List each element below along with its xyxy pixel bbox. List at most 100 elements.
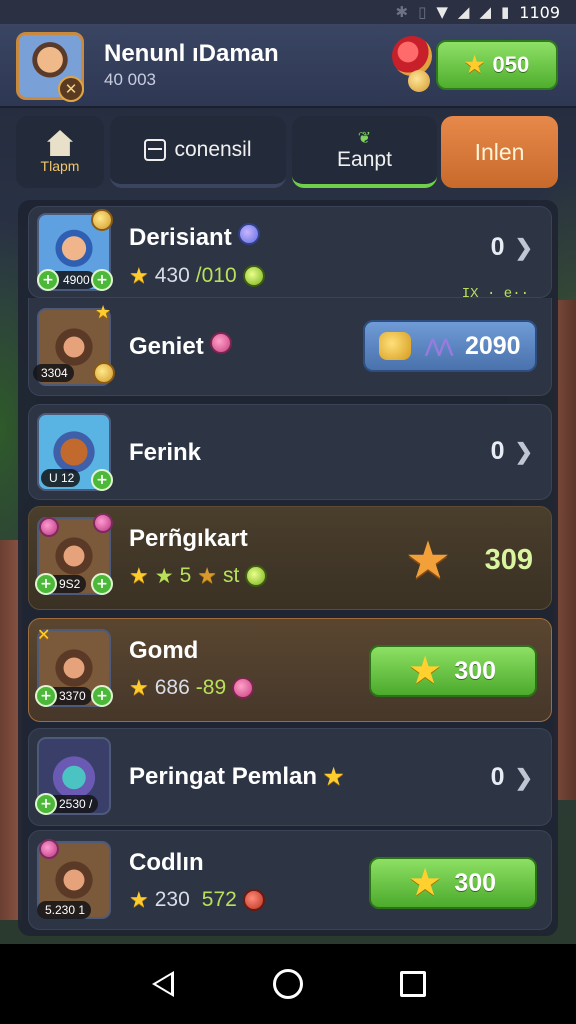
battery-icon: ▮ [501,3,510,21]
chevron-right-icon: ❯ [514,764,533,790]
tab-bar: Tlapm conensil ❦ Eanpt Inlen [16,116,560,192]
status-time: 1109 [519,2,560,22]
plus-icon: + [35,793,57,815]
row-title: Gomd [129,637,199,664]
buy-button[interactable]: ★ 300 [369,645,537,697]
row-value: ★ 309 [407,534,533,586]
row-title: Derisiant [129,223,261,252]
lime-orb-icon [245,565,268,587]
star-icon: ★ [409,652,441,690]
grass-icon: ⋀⋀ [425,335,452,356]
chest-icon [144,139,167,161]
plus-icon: + [35,573,57,595]
row-title: Perñgıkart [129,525,248,552]
level-tag: U 12 [41,469,81,487]
row-title: Geniet [129,332,233,361]
leaf-icon: ❦ [357,130,372,147]
row-title: Ferink [129,439,202,466]
pink-gem-icon [210,332,233,354]
plus-icon: + [91,573,113,595]
pink-gem-icon [232,677,255,699]
coin-badge-icon [93,362,115,384]
row-stats: ★ 686 -89 [129,675,255,701]
star-icon: ★ [129,563,149,588]
player-name: Nenunl ıDaman [104,40,279,67]
coin-balance-button[interactable]: ★ 050 [436,40,558,90]
star-icon: ★ [129,887,149,912]
potion-icon [238,223,261,245]
recents-button[interactable] [393,964,433,1004]
buy-button[interactable]: ★ 300 [369,857,537,909]
star-icon: ★ [323,764,344,789]
star-icon: ★ [129,675,149,700]
gem-badge-icon [93,513,113,533]
gem-badge-icon [39,839,59,859]
gem-badge-icon [39,517,59,537]
row-stats: ★ 430/010 [129,263,265,289]
level-tag: 5.230 1 [37,901,92,919]
list-item[interactable]: 2530 / + Peringat Pemlan ★ 0 ❯ [28,728,552,826]
tab-conensil-label: conensil [174,138,252,161]
tab-home-label: Tlapm [40,158,80,174]
tab-eanpt-label: Eanpt [337,148,392,171]
star-icon: ★ [464,52,485,77]
system-nav-bar [0,944,576,1024]
signal-icon: ◢ [457,3,470,21]
tab-conensil[interactable]: conensil [110,116,286,188]
list-item[interactable]: ✕ 3370 + + Gomd ★ 686 -89 ★ 300 [28,618,552,722]
plus-icon: + [37,269,59,291]
lime-orb-icon [242,265,265,287]
bluetooth-icon: ✱ [395,3,409,21]
star-icon: ★ [407,534,449,586]
row-value[interactable]: 0 ❯ [491,763,533,792]
home-button[interactable] [268,964,308,1004]
vibrate-icon: ▯ [418,3,427,21]
coin-balance-value: 050 [492,52,530,77]
list-item[interactable]: ★ 3304 IX · e·· Geniet ⋀⋀ 2090 [28,286,552,396]
back-triangle-icon [151,971,174,997]
back-button[interactable] [143,964,183,1004]
plus-icon: + [91,469,113,491]
row-stats: ★ ★ 5 ★ st [129,563,268,589]
signal-icon: ◢ [479,3,492,21]
recents-square-icon [400,971,427,997]
player-score: 40 003 [104,70,156,89]
row-stats: ★ 230 572 [129,887,265,913]
chevron-right-icon: ❯ [514,234,533,260]
list-item[interactable]: 5.230 1 Codlın ★ 230 572 ★ 300 [28,830,552,930]
buy-button[interactable]: ⋀⋀ 2090 [363,320,537,372]
tab-eanpt[interactable]: ❦ Eanpt [292,116,437,188]
row-value[interactable]: 0 ❯ [491,437,533,466]
coin-badge-icon [91,209,113,231]
ruby-orb-icon [242,889,265,911]
star-icon: ★ [95,302,112,323]
star-icon: ★ [129,263,149,288]
star-icon: ✕ [37,625,51,644]
row-title: Codlın [129,849,204,876]
list-item[interactable]: 4900 + + Derisiant ★ 430/010 0 ❯ [28,206,552,298]
character-list: 4900 + + Derisiant ★ 430/010 0 ❯ ★ 3304 … [18,200,558,936]
house-icon [47,130,73,156]
row-title: Peringat Pemlan ★ [129,763,344,790]
wifi-icon: ▼ [436,3,448,21]
plus-icon: + [35,685,57,707]
decor-glyphs: IX · e·· [461,286,529,302]
tab-inlen[interactable]: Inlen [441,116,558,188]
ruby-gem-icon[interactable] [392,36,432,76]
list-item[interactable]: U 12 + Ferink 0 ❯ [28,404,552,500]
gold-nugget-icon [408,70,430,92]
plus-icon: + [91,685,113,707]
tab-home[interactable]: Tlapm [16,116,104,188]
crossed-swords-icon: ✕ [58,76,84,102]
home-circle-icon [272,969,303,999]
player-header: ✕ Nenunl ıDaman 40 003 ★ 050 [0,24,576,108]
gold-shell-icon [379,332,412,360]
chevron-right-icon: ❯ [514,438,533,464]
status-bar: ✱ ▯ ▼ ◢ ◢ ▮ 1109 [0,0,576,24]
row-value[interactable]: 0 ❯ [491,233,533,262]
plus-icon: + [91,269,113,291]
level-tag: 3304 [33,364,74,382]
tab-inlen-label: Inlen [474,138,525,165]
star-icon: ★ [409,864,441,902]
list-item[interactable]: 9S2 + + Perñgıkart ★ ★ 5 ★ st ★ 309 [28,506,552,610]
